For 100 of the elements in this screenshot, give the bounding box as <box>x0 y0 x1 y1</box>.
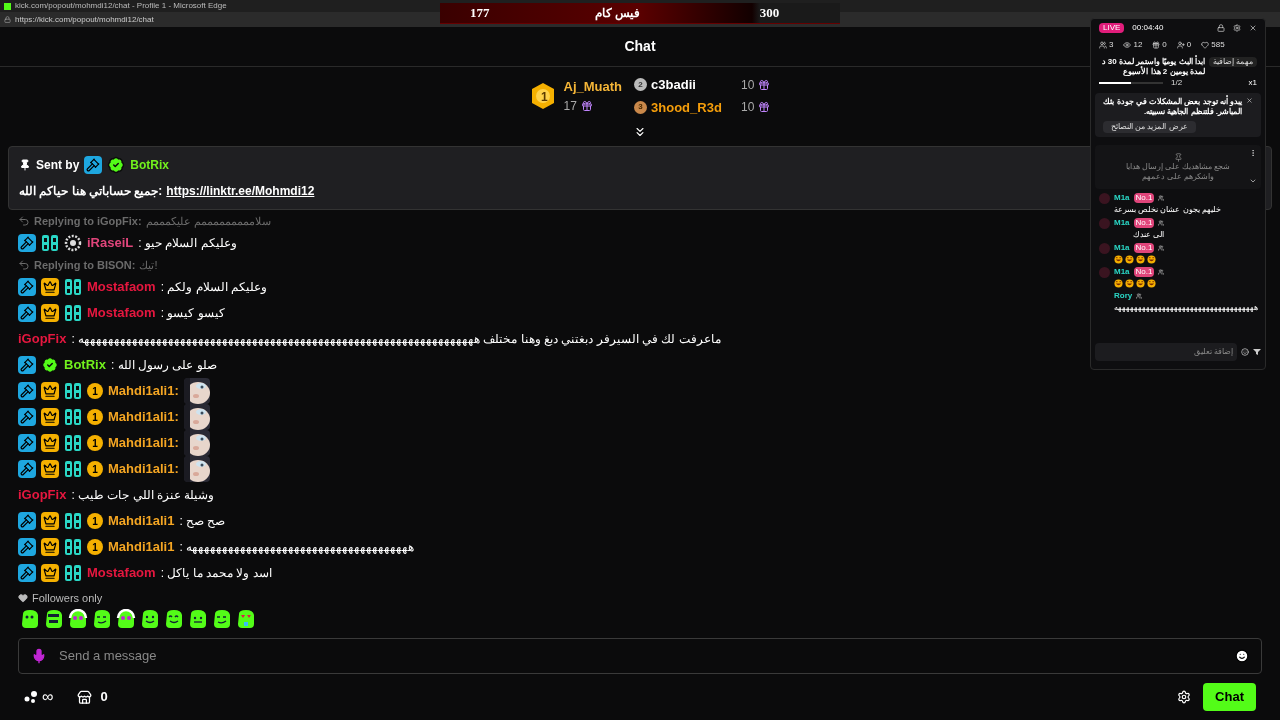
user-level-icon <box>1158 195 1165 201</box>
rank-tag: No.1 <box>1133 218 1155 228</box>
chat-button[interactable]: Chat <box>1203 683 1256 711</box>
close-icon[interactable] <box>1249 24 1257 32</box>
moderator-badge-icon <box>18 434 36 452</box>
chat-username[interactable]: Mahdi1ali1: <box>108 407 179 427</box>
crown-badge-icon <box>41 564 59 582</box>
chat-message-text: : وعليكم السلام حيو <box>138 235 237 252</box>
filter-icon[interactable] <box>1253 348 1261 356</box>
pinned-username[interactable]: BotRix <box>130 156 169 174</box>
chat-mode-label: Followers only <box>32 590 103 606</box>
chat-username[interactable]: iRaseiL <box>87 233 134 253</box>
crown-badge-icon <box>41 512 59 530</box>
rank-tag: No.1 <box>1133 267 1155 277</box>
chat-username[interactable]: BotRix <box>64 355 106 375</box>
tips-button[interactable]: عرض المزيد من النصائح <box>1103 121 1196 133</box>
users-icon <box>1099 41 1107 49</box>
laughing-emoji-icon <box>1147 279 1156 288</box>
pinned-link[interactable]: https://linktr.ee/Mohmdi12 <box>166 182 315 200</box>
more-icon[interactable] <box>1249 149 1257 157</box>
laughing-emoji-icon <box>1136 255 1145 264</box>
points-icon[interactable] <box>24 691 38 703</box>
score-right: 300 <box>759 4 780 23</box>
leaderboard-username[interactable]: c3badii <box>651 75 738 95</box>
og-badge-icon <box>41 234 59 252</box>
goal-text: ابدأ البث يوميًا واستمر لمدة 30 د لمدة يومين 2 هذا الأسبوع <box>1100 57 1205 77</box>
user-level-icon <box>1158 269 1165 275</box>
chat-username[interactable]: Mahdi1ali1: <box>108 381 179 401</box>
subscriber-badge: 1 <box>87 461 103 477</box>
live-badge: LIVE <box>1099 23 1125 33</box>
chat-username[interactable]: Mahdi1ali1: <box>108 459 179 479</box>
chevron-down-icon[interactable] <box>1249 177 1257 185</box>
emote-icon[interactable] <box>212 609 232 629</box>
laughing-emoji-icon <box>1125 279 1134 288</box>
crown-badge-icon <box>41 278 59 296</box>
leaderboard-username[interactable]: Aj_Muath <box>563 77 623 97</box>
moderator-badge-icon <box>84 156 103 174</box>
emote-icon[interactable] <box>68 609 88 629</box>
settings-icon[interactable] <box>1177 690 1192 704</box>
emote-icon[interactable] <box>188 609 208 629</box>
moderator-badge-icon <box>18 234 36 252</box>
emote-icon[interactable] <box>164 609 184 629</box>
emoji-icon[interactable] <box>1235 649 1249 663</box>
chat-username[interactable]: iGopFix <box>18 329 67 349</box>
comment-username: M1a <box>1114 218 1130 228</box>
comment-input[interactable]: إضافة تعليق <box>1095 343 1237 361</box>
emote-icon[interactable] <box>20 609 40 629</box>
banner-label: فيس كام <box>594 5 640 22</box>
og-badge-icon <box>64 460 82 478</box>
emote-icon[interactable] <box>44 609 64 629</box>
emote-icon[interactable] <box>140 609 160 629</box>
laughing-emoji-icon <box>1114 255 1123 264</box>
reply-label: Replying to iGopFix: <box>34 213 142 229</box>
avatar-icon <box>1099 193 1110 204</box>
gift-count: 10 <box>741 99 755 117</box>
reply-quote: تيك! <box>139 257 158 273</box>
chat-username[interactable]: Mahdi1ali1 <box>108 537 175 557</box>
close-icon[interactable] <box>1246 97 1253 104</box>
pinned-hint: شجع مشاهديك على إرسال هدايا واشكرهم على دعمهم <box>1124 161 1232 182</box>
crown-badge-icon <box>41 460 59 478</box>
store-count: 0 <box>100 688 108 707</box>
settings-icon[interactable] <box>1233 24 1241 32</box>
og-badge-icon <box>64 434 82 452</box>
og-badge-icon <box>64 382 82 400</box>
leaderboard-username[interactable]: 3hood_R3d <box>651 97 738 117</box>
moderator-badge-icon <box>18 538 36 556</box>
pinned-text: جميع حساباتي هنا حياكم الله: <box>19 183 163 200</box>
verified-badge-icon <box>107 156 126 174</box>
message-input[interactable]: Send a message <box>18 638 1262 674</box>
emote-icon[interactable] <box>116 609 136 629</box>
chat-username[interactable]: Mostafaom <box>87 277 156 297</box>
og-badge-icon <box>64 304 82 322</box>
chat-title: Chat <box>624 37 656 56</box>
viewers-icon <box>1123 41 1132 49</box>
store-icon[interactable] <box>77 689 93 705</box>
avatar-icon <box>1099 267 1110 278</box>
crown-badge-icon <box>41 408 59 426</box>
crown-badge-icon <box>41 304 59 322</box>
pinned-label: Sent by <box>36 157 80 174</box>
goal-tag: مهمة إضافية <box>1208 57 1257 67</box>
stream-timer: 00:04:40 <box>1132 23 1164 33</box>
moderator-badge-icon <box>18 408 36 426</box>
collapse-icon[interactable] <box>633 125 647 137</box>
chat-username[interactable]: Mahdi1ali1: <box>108 433 179 453</box>
rank-badge: 3 <box>634 100 648 114</box>
chat-username[interactable]: Mahdi1ali1 <box>108 511 175 531</box>
lock-icon[interactable] <box>1217 24 1225 32</box>
microphone-icon[interactable] <box>31 648 47 664</box>
crown-badge-icon <box>41 434 59 452</box>
chat-username[interactable]: Mostafaom <box>87 303 156 323</box>
moderator-badge-icon <box>18 356 36 374</box>
chat-username[interactable]: Mostafaom <box>87 563 156 583</box>
chat-username[interactable]: iGopFix <box>18 485 67 505</box>
crown-badge-icon <box>41 382 59 400</box>
emote-icon[interactable] <box>92 609 112 629</box>
emote-icon[interactable] <box>236 609 256 629</box>
rank-number: 1 <box>541 89 548 106</box>
chat-message-text: : كيسو كيسو <box>160 305 225 322</box>
crown-badge-icon <box>41 538 59 556</box>
points-count: ∞ <box>42 687 54 707</box>
